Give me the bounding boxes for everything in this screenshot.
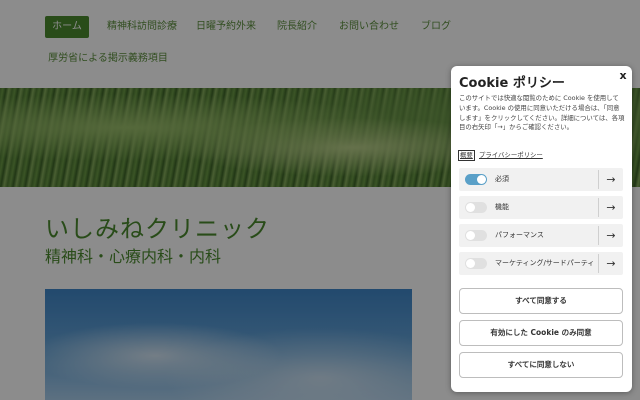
cookie-dialog-title: Cookie ポリシー bbox=[459, 76, 565, 91]
toggle-knob bbox=[466, 203, 475, 212]
category-label: マーケティング/サードパーティ bbox=[495, 259, 595, 267]
row-divider bbox=[598, 226, 599, 245]
row-divider bbox=[598, 198, 599, 217]
cookie-description: このサイトでは快適な閲覧のために Cookie を使用しています。Cookie … bbox=[459, 94, 625, 132]
toggle-switch[interactable] bbox=[465, 230, 487, 241]
arrow-right-icon[interactable]: → bbox=[600, 168, 622, 191]
reject-all-button[interactable]: すべてに同意しない bbox=[459, 352, 623, 378]
toggle-switch[interactable] bbox=[465, 258, 487, 269]
cookie-category-necessary: 必須 → bbox=[459, 168, 623, 191]
toggle-switch[interactable] bbox=[465, 174, 487, 185]
category-label: 必須 bbox=[495, 175, 509, 183]
row-divider bbox=[598, 170, 599, 189]
accept-enabled-button[interactable]: 有効にした Cookie のみ同意 bbox=[459, 320, 623, 346]
cookie-policy-dialog: Cookie ポリシー x このサイトでは快適な閲覧のために Cookie を使… bbox=[451, 66, 632, 392]
arrow-right-icon[interactable]: → bbox=[600, 224, 622, 247]
category-label: 機能 bbox=[495, 203, 509, 211]
row-divider bbox=[598, 254, 599, 273]
toggle-knob bbox=[466, 231, 475, 240]
arrow-right-icon[interactable]: → bbox=[600, 196, 622, 219]
toggle-knob bbox=[477, 175, 486, 184]
summary-link[interactable]: 概要 bbox=[458, 150, 475, 161]
accept-all-button[interactable]: すべて同意する bbox=[459, 288, 623, 314]
close-icon[interactable]: x bbox=[617, 69, 629, 83]
cookie-category-functional: 機能 → bbox=[459, 196, 623, 219]
privacy-policy-link[interactable]: プライバシーポリシー bbox=[479, 151, 543, 160]
toggle-switch[interactable] bbox=[465, 202, 487, 213]
cookie-category-marketing: マーケティング/サードパーティ → bbox=[459, 252, 623, 275]
arrow-right-icon[interactable]: → bbox=[600, 252, 622, 275]
toggle-knob bbox=[466, 259, 475, 268]
category-label: パフォーマンス bbox=[495, 231, 544, 239]
cookie-category-performance: パフォーマンス → bbox=[459, 224, 623, 247]
